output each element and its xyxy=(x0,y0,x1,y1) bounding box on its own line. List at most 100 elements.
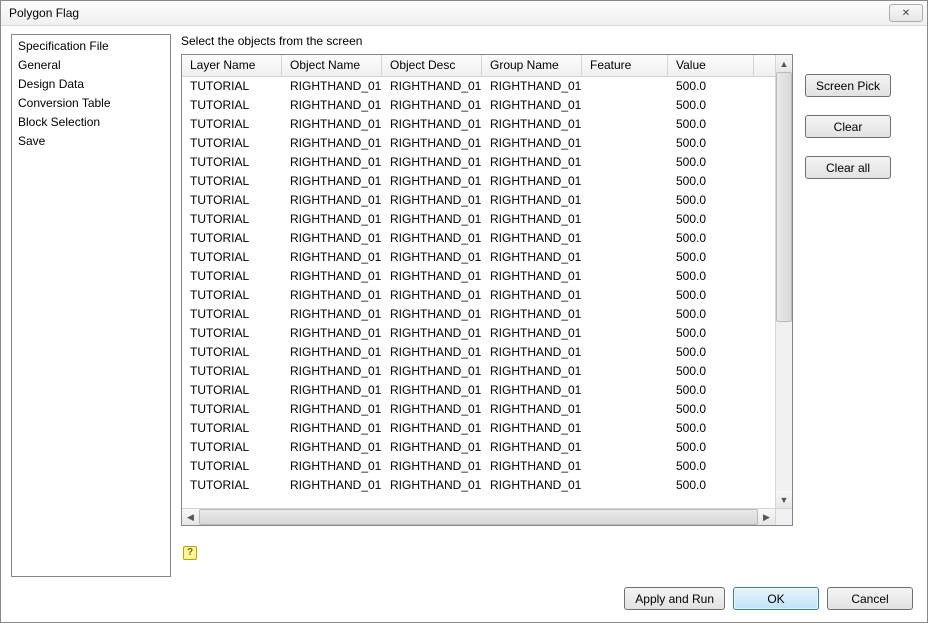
table-row[interactable]: TUTORIALRIGHTHAND_01RIGHTHAND_01RIGHTHAN… xyxy=(182,419,775,438)
table-cell xyxy=(582,172,668,191)
table-cell: TUTORIAL xyxy=(182,153,282,172)
table-row[interactable]: TUTORIALRIGHTHAND_01RIGHTHAND_01RIGHTHAN… xyxy=(182,267,775,286)
table-row[interactable]: TUTORIALRIGHTHAND_01RIGHTHAND_01RIGHTHAN… xyxy=(182,476,775,495)
table-cell: 500.0 xyxy=(668,362,754,381)
column-group-name[interactable]: Group Name xyxy=(482,55,582,76)
table-row[interactable]: TUTORIALRIGHTHAND_01RIGHTHAND_01RIGHTHAN… xyxy=(182,191,775,210)
table-row[interactable]: TUTORIALRIGHTHAND_01RIGHTHAND_01RIGHTHAN… xyxy=(182,286,775,305)
table-cell: 500.0 xyxy=(668,438,754,457)
table-row[interactable]: TUTORIALRIGHTHAND_01RIGHTHAND_01RIGHTHAN… xyxy=(182,324,775,343)
table-cell xyxy=(582,229,668,248)
cancel-button[interactable]: Cancel xyxy=(827,587,913,610)
table-cell xyxy=(582,286,668,305)
table-cell xyxy=(582,476,668,495)
table-header: Layer Name Object Name Object Desc Group… xyxy=(182,55,792,77)
table-cell: RIGHTHAND_01 xyxy=(482,115,582,134)
sidebar-item-specification-file[interactable]: Specification File xyxy=(12,37,170,56)
table-row[interactable]: TUTORIALRIGHTHAND_01RIGHTHAND_01RIGHTHAN… xyxy=(182,77,775,96)
footer: Apply and Run OK Cancel xyxy=(1,585,927,622)
table-cell: RIGHTHAND_01 xyxy=(482,96,582,115)
table-row[interactable]: TUTORIALRIGHTHAND_01RIGHTHAND_01RIGHTHAN… xyxy=(182,210,775,229)
table-cell: TUTORIAL xyxy=(182,457,282,476)
table-cell xyxy=(582,191,668,210)
sidebar-item-save[interactable]: Save xyxy=(12,132,170,151)
column-feature[interactable]: Feature xyxy=(582,55,668,76)
table-cell: 500.0 xyxy=(668,191,754,210)
scroll-up-icon[interactable]: ▲ xyxy=(776,55,792,72)
sidebar: Specification File General Design Data C… xyxy=(11,34,171,577)
table-cell: RIGHTHAND_01 xyxy=(282,324,382,343)
table-row[interactable]: TUTORIALRIGHTHAND_01RIGHTHAND_01RIGHTHAN… xyxy=(182,305,775,324)
table-cell: RIGHTHAND_01 xyxy=(382,286,482,305)
table-row[interactable]: TUTORIALRIGHTHAND_01RIGHTHAND_01RIGHTHAN… xyxy=(182,362,775,381)
table-cell xyxy=(582,248,668,267)
table-cell: RIGHTHAND_01 xyxy=(282,381,382,400)
clear-all-button[interactable]: Clear all xyxy=(805,156,891,179)
column-object-name[interactable]: Object Name xyxy=(282,55,382,76)
table-cell: TUTORIAL xyxy=(182,115,282,134)
column-object-desc[interactable]: Object Desc xyxy=(382,55,482,76)
main-panel: Select the objects from the screen Layer… xyxy=(181,34,917,577)
scroll-down-icon[interactable]: ▼ xyxy=(776,491,792,508)
vertical-scroll-thumb[interactable] xyxy=(776,72,792,322)
table-row[interactable]: TUTORIALRIGHTHAND_01RIGHTHAND_01RIGHTHAN… xyxy=(182,248,775,267)
table-cell: RIGHTHAND_01 xyxy=(482,343,582,362)
table-cell: RIGHTHAND_01 xyxy=(382,381,482,400)
clear-button[interactable]: Clear xyxy=(805,115,891,138)
table-cell: TUTORIAL xyxy=(182,229,282,248)
table-row[interactable]: TUTORIALRIGHTHAND_01RIGHTHAND_01RIGHTHAN… xyxy=(182,96,775,115)
apply-and-run-button[interactable]: Apply and Run xyxy=(624,587,725,610)
table-cell xyxy=(582,419,668,438)
table-cell: RIGHTHAND_01 xyxy=(382,267,482,286)
table-cell: 500.0 xyxy=(668,343,754,362)
table-row[interactable]: TUTORIALRIGHTHAND_01RIGHTHAND_01RIGHTHAN… xyxy=(182,438,775,457)
help-icon[interactable]: ? xyxy=(183,546,197,560)
table-cell: TUTORIAL xyxy=(182,134,282,153)
table-cell: RIGHTHAND_01 xyxy=(382,153,482,172)
table-row[interactable]: TUTORIALRIGHTHAND_01RIGHTHAND_01RIGHTHAN… xyxy=(182,172,775,191)
column-layer-name[interactable]: Layer Name xyxy=(182,55,282,76)
table-cell: RIGHTHAND_01 xyxy=(482,172,582,191)
table-cell: RIGHTHAND_01 xyxy=(282,134,382,153)
table-row[interactable]: TUTORIALRIGHTHAND_01RIGHTHAND_01RIGHTHAN… xyxy=(182,153,775,172)
table-cell xyxy=(582,381,668,400)
scroll-left-icon[interactable]: ◀ xyxy=(182,509,199,525)
table-cell: RIGHTHAND_01 xyxy=(382,229,482,248)
table-row[interactable]: TUTORIALRIGHTHAND_01RIGHTHAND_01RIGHTHAN… xyxy=(182,381,775,400)
table-cell: RIGHTHAND_01 xyxy=(482,286,582,305)
horizontal-scrollbar[interactable]: ◀ ▶ xyxy=(182,508,775,525)
table-cell: RIGHTHAND_01 xyxy=(282,248,382,267)
table-cell: RIGHTHAND_01 xyxy=(382,457,482,476)
horizontal-scroll-thumb[interactable] xyxy=(199,509,758,525)
table-row[interactable]: TUTORIALRIGHTHAND_01RIGHTHAND_01RIGHTHAN… xyxy=(182,134,775,153)
table-row[interactable]: TUTORIALRIGHTHAND_01RIGHTHAND_01RIGHTHAN… xyxy=(182,457,775,476)
table-cell: 500.0 xyxy=(668,476,754,495)
column-value[interactable]: Value xyxy=(668,55,754,76)
sidebar-item-block-selection[interactable]: Block Selection xyxy=(12,113,170,132)
vertical-scrollbar[interactable]: ▲ ▼ xyxy=(775,55,792,508)
sidebar-item-conversion-table[interactable]: Conversion Table xyxy=(12,94,170,113)
sidebar-item-design-data[interactable]: Design Data xyxy=(12,75,170,94)
table-cell: 500.0 xyxy=(668,305,754,324)
ok-button[interactable]: OK xyxy=(733,587,819,610)
table-body: TUTORIALRIGHTHAND_01RIGHTHAND_01RIGHTHAN… xyxy=(182,77,792,525)
sidebar-item-general[interactable]: General xyxy=(12,56,170,75)
table-cell: RIGHTHAND_01 xyxy=(382,210,482,229)
scroll-right-icon[interactable]: ▶ xyxy=(758,509,775,525)
table-cell: RIGHTHAND_01 xyxy=(482,248,582,267)
table-cell: RIGHTHAND_01 xyxy=(482,419,582,438)
table-row[interactable]: TUTORIALRIGHTHAND_01RIGHTHAND_01RIGHTHAN… xyxy=(182,343,775,362)
table-cell xyxy=(582,96,668,115)
table-cell: 500.0 xyxy=(668,286,754,305)
table-row[interactable]: TUTORIALRIGHTHAND_01RIGHTHAND_01RIGHTHAN… xyxy=(182,400,775,419)
table-cell: 500.0 xyxy=(668,381,754,400)
main-row: Layer Name Object Name Object Desc Group… xyxy=(181,54,917,526)
dialog-window: Polygon Flag ✕ Specification File Genera… xyxy=(0,0,928,623)
table-cell: RIGHTHAND_01 xyxy=(482,77,582,96)
close-button[interactable]: ✕ xyxy=(889,4,923,22)
table-cell: TUTORIAL xyxy=(182,210,282,229)
table-row[interactable]: TUTORIALRIGHTHAND_01RIGHTHAND_01RIGHTHAN… xyxy=(182,115,775,134)
table-cell: TUTORIAL xyxy=(182,305,282,324)
screen-pick-button[interactable]: Screen Pick xyxy=(805,74,891,97)
table-row[interactable]: TUTORIALRIGHTHAND_01RIGHTHAND_01RIGHTHAN… xyxy=(182,229,775,248)
